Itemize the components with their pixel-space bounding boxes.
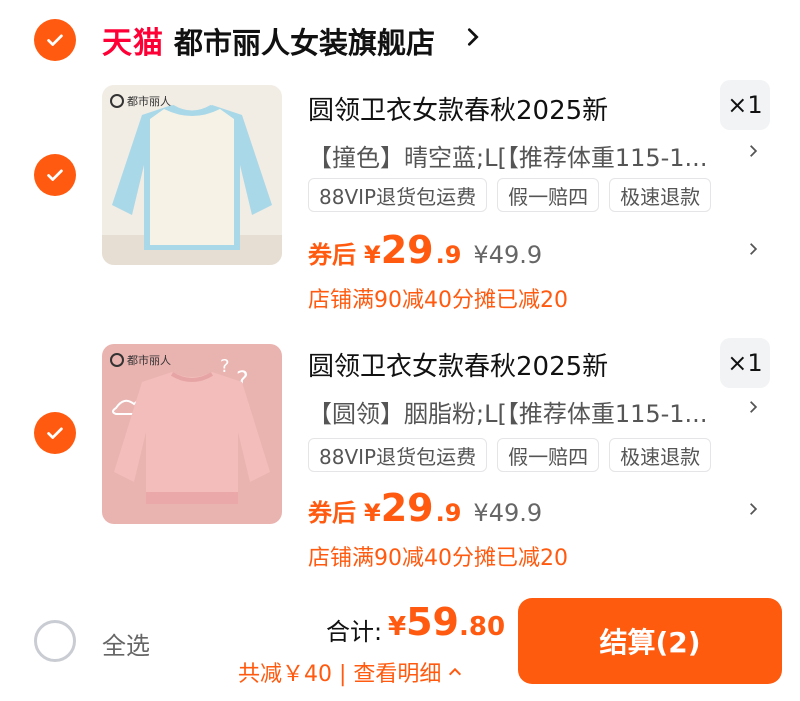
chevron-up-icon: [449, 667, 462, 676]
currency: ¥: [364, 499, 381, 527]
brand-logo: 都市丽人: [110, 352, 171, 368]
product-title[interactable]: 圆领卫衣女款春秋2025新: [308, 90, 608, 127]
tmall-logo: 天猫: [102, 26, 164, 61]
price-integer: 29: [380, 486, 434, 530]
chevron-right-icon[interactable]: [746, 242, 760, 256]
svg-text:?: ?: [220, 356, 230, 377]
product-title[interactable]: 圆领卫衣女款春秋2025新: [308, 346, 608, 383]
total-currency: ¥: [388, 612, 407, 642]
cart-item: 都市丽人 圆领卫衣女款春秋2025新 ×1 【撞色】晴空蓝;L[【推荐体重115…: [0, 80, 800, 340]
chevron-right-icon[interactable]: [746, 400, 760, 414]
savings-text: 共减￥40 | 查看明细: [238, 662, 442, 687]
currency: ¥: [364, 241, 381, 269]
quantity-button[interactable]: ×1: [720, 338, 770, 388]
original-price: ¥49.9: [473, 499, 543, 527]
price-prefix: 券后: [308, 499, 356, 527]
total-integer: 59: [406, 600, 459, 644]
cart-item: ? ? 都市丽人 圆领卫衣女款春秋2025新 ×1 【圆领】胭脂粉;L[【推荐体…: [0, 338, 800, 598]
shop-header: 天猫 都市丽人女装旗舰店: [0, 0, 800, 80]
select-all-label[interactable]: 全选: [102, 626, 150, 661]
tag: 假一赔四: [497, 178, 600, 212]
total-label: 合计:: [326, 618, 383, 646]
total-amount: ¥ 59 .80: [388, 600, 505, 644]
price-decimal: .9: [435, 241, 462, 269]
tag: 88VIP退货包运费: [308, 178, 488, 212]
price-decimal: .9: [435, 499, 462, 527]
chevron-right-icon[interactable]: [746, 144, 760, 158]
savings-detail-link[interactable]: 共减￥40 | 查看明细: [238, 656, 463, 688]
sweatshirt-image: ? ?: [112, 356, 270, 504]
price-integer: 29: [380, 228, 434, 272]
price: 券后 ¥ 29 .9 ¥49.9: [308, 486, 542, 530]
product-image[interactable]: ? ? 都市丽人: [102, 344, 282, 524]
tag: 极速退款: [609, 178, 712, 212]
tag: 极速退款: [609, 438, 712, 472]
shop-checkbox[interactable]: [34, 19, 76, 61]
chevron-right-icon[interactable]: [746, 502, 760, 516]
check-icon: [47, 34, 63, 46]
shop-name[interactable]: 都市丽人女装旗舰店: [174, 20, 435, 62]
service-tags: 88VIP退货包运费 假一赔四 极速退款: [308, 438, 712, 472]
checkout-bar: 全选 合计: ¥ 59 .80 共减￥40 | 查看明细 结算(2): [0, 590, 800, 701]
service-tags: 88VIP退货包运费 假一赔四 极速退款: [308, 178, 712, 212]
quantity-button[interactable]: ×1: [720, 80, 770, 130]
tag: 88VIP退货包运费: [308, 438, 488, 472]
total-decimal: .80: [458, 612, 506, 642]
item-checkbox[interactable]: [34, 154, 76, 196]
promo-text: 店铺满90减40分摊已减20: [308, 546, 568, 571]
item-checkbox[interactable]: [34, 412, 76, 454]
chevron-right-icon[interactable]: [462, 26, 484, 48]
sku-selector[interactable]: 【圆领】胭脂粉;L[【推荐体重115-1...: [308, 394, 738, 429]
sweatshirt-image: [102, 104, 282, 265]
checkout-button[interactable]: 结算(2): [518, 598, 782, 684]
promo-text: 店铺满90减40分摊已减20: [308, 288, 568, 313]
price-prefix: 券后: [308, 241, 356, 269]
brand-logo: 都市丽人: [110, 93, 171, 109]
tag: 假一赔四: [497, 438, 600, 472]
select-all-checkbox[interactable]: [34, 620, 76, 662]
product-image[interactable]: 都市丽人: [102, 85, 282, 265]
price: 券后 ¥ 29 .9 ¥49.9: [308, 228, 542, 272]
check-icon: [47, 169, 63, 181]
check-icon: [47, 427, 63, 439]
sku-selector[interactable]: 【撞色】晴空蓝;L[【推荐体重115-1...: [308, 138, 738, 173]
original-price: ¥49.9: [473, 241, 543, 269]
